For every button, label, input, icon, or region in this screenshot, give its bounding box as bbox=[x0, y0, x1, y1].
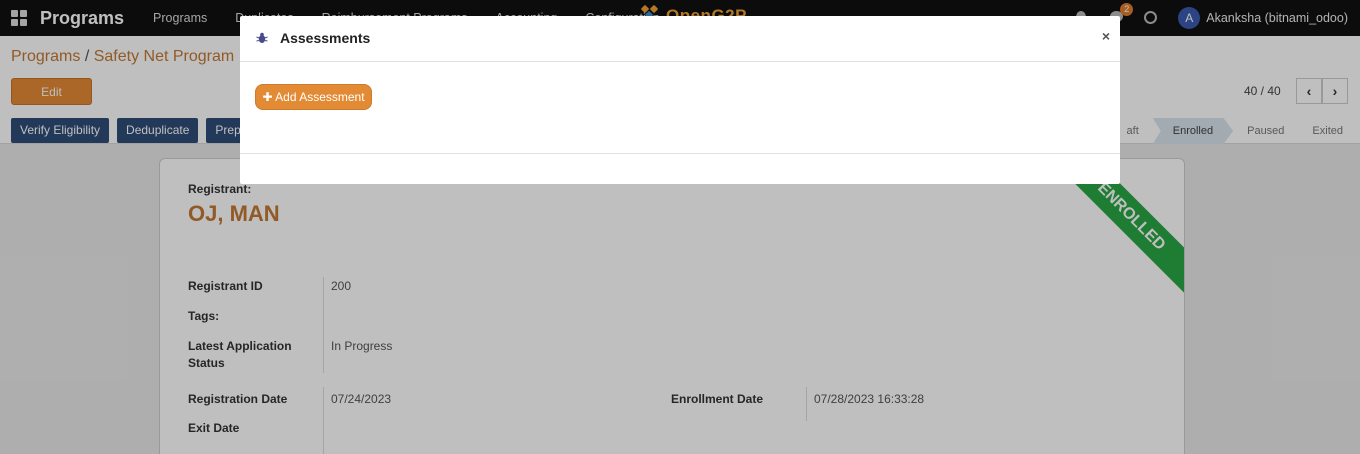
dialog-header: Assessments × bbox=[240, 16, 1120, 62]
close-icon[interactable]: × bbox=[1102, 28, 1110, 44]
dialog-footer-divider bbox=[240, 153, 1120, 154]
add-assessment-label: Add Assessment bbox=[275, 90, 365, 104]
plus-icon: ✚ bbox=[262, 90, 273, 104]
assessments-dialog: Assessments × ✚ Add Assessment bbox=[240, 16, 1120, 184]
bug-icon bbox=[256, 32, 268, 43]
dialog-title: Assessments bbox=[280, 30, 371, 46]
add-assessment-button[interactable]: ✚ Add Assessment bbox=[255, 84, 372, 110]
